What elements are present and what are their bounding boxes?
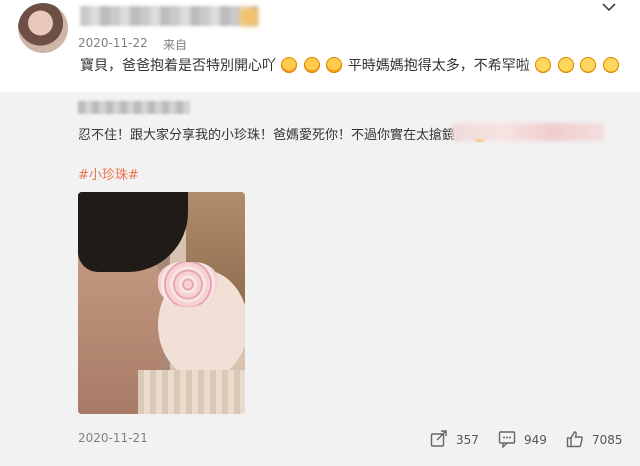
photo-man-hair bbox=[78, 192, 188, 272]
hashtag-link[interactable]: #小珍珠# bbox=[78, 164, 139, 183]
like-count: 7085 bbox=[592, 433, 623, 447]
like-button[interactable]: 7085 bbox=[566, 430, 623, 448]
blurred-text bbox=[452, 123, 604, 141]
avatar[interactable] bbox=[18, 3, 68, 53]
post-photo[interactable] bbox=[78, 192, 245, 414]
heart-eyes-emoji-icon bbox=[281, 57, 298, 73]
laughing-emoji-icon bbox=[535, 57, 552, 73]
comment-icon bbox=[498, 431, 516, 449]
post-text-mid: 平時媽媽抱得太多，不希罕啦 bbox=[347, 58, 530, 74]
blurred-repost-username[interactable] bbox=[78, 101, 190, 114]
comment-count: 949 bbox=[524, 433, 547, 447]
laughing-emoji-icon bbox=[557, 57, 574, 73]
repost-text: 忍不住！跟大家分享我的小珍珠！爸媽愛死你！不過你實在太搶鏡！ bbox=[78, 124, 488, 143]
photo-baby-bow bbox=[158, 262, 218, 307]
post-text-main: 寶貝，爸爸抱着是否特別開心吖 bbox=[80, 58, 276, 74]
photo-baby-clothes bbox=[138, 370, 245, 414]
post-text: 寶貝，爸爸抱着是否特別開心吖 平時媽媽抱得太多，不希罕啦 bbox=[80, 55, 620, 75]
post-source: 来自 bbox=[163, 38, 188, 52]
blurred-username[interactable] bbox=[80, 6, 258, 26]
heart-eyes-emoji-icon bbox=[303, 57, 320, 73]
repost-date[interactable]: 2020-11-21 bbox=[78, 431, 148, 445]
laughing-emoji-icon bbox=[580, 57, 597, 73]
chevron-down-icon[interactable] bbox=[602, 0, 616, 16]
like-icon bbox=[566, 431, 583, 448]
comment-button[interactable]: 949 bbox=[498, 430, 547, 449]
post-date[interactable]: 2020-11-22 bbox=[78, 36, 148, 50]
laughing-emoji-icon bbox=[602, 57, 619, 73]
share-count: 357 bbox=[456, 433, 479, 447]
repost-text-body: 忍不住！跟大家分享我的小珍珠！爸媽愛死你！不過你實在太搶鏡！ bbox=[78, 128, 469, 143]
share-button[interactable]: 357 bbox=[430, 430, 479, 448]
share-icon bbox=[430, 430, 447, 447]
heart-eyes-emoji-icon bbox=[326, 57, 343, 73]
